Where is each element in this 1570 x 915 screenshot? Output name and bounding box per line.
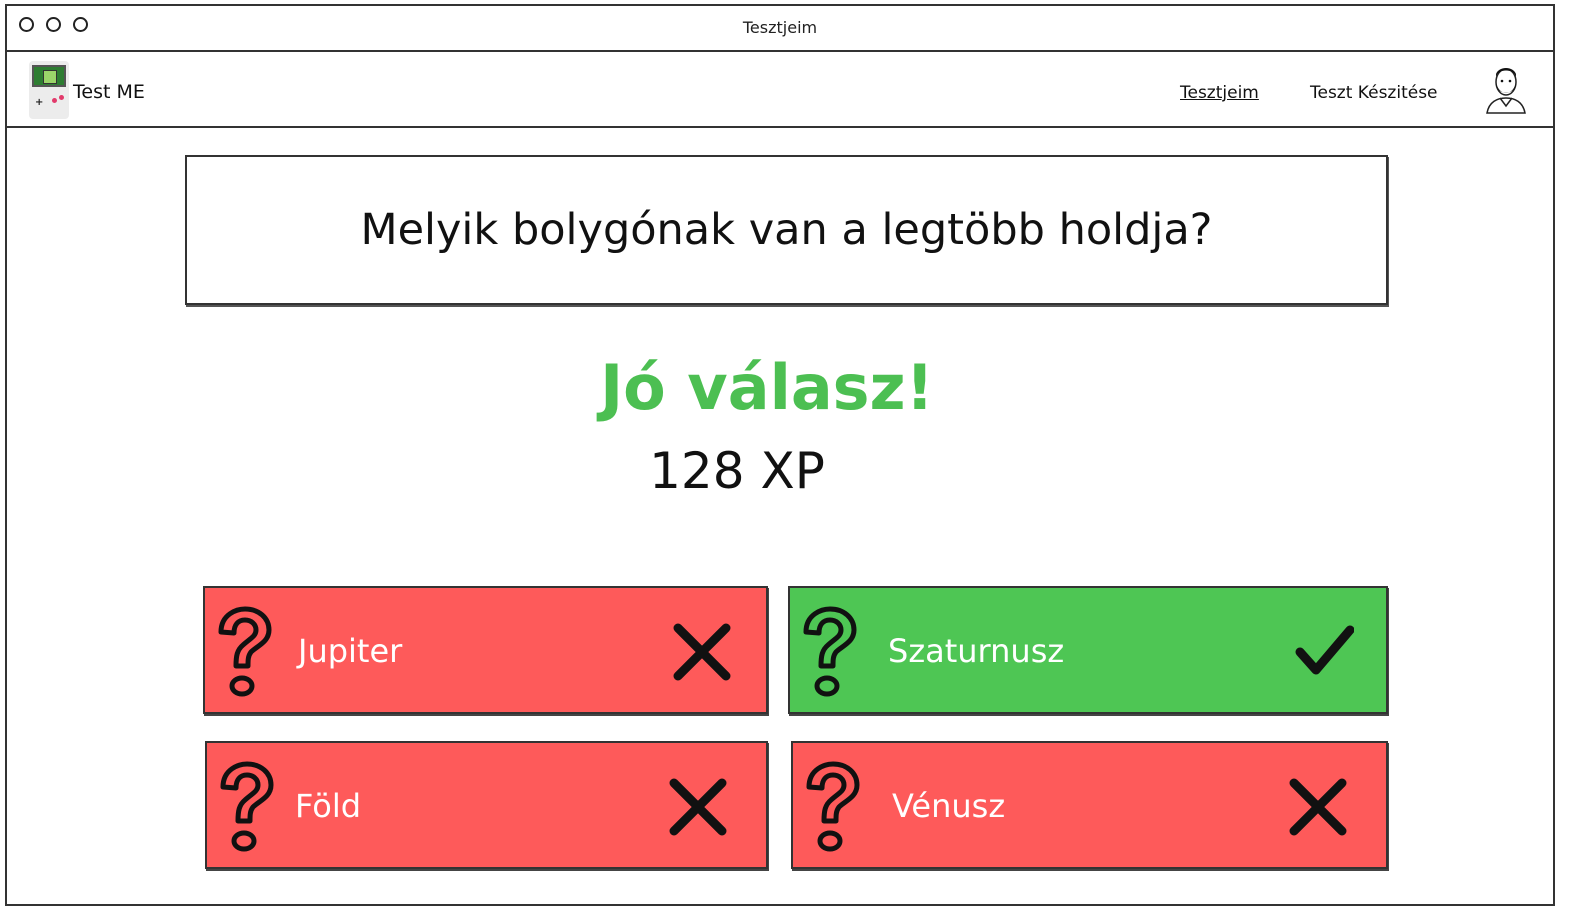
window-titlebar: Tesztjeim bbox=[7, 6, 1553, 52]
x-icon bbox=[1289, 778, 1347, 836]
x-icon bbox=[669, 778, 727, 836]
browser-window: Tesztjeim + Test ME Tesztjeim Teszt Kész… bbox=[5, 4, 1555, 906]
answer-button-fold[interactable]: Föld bbox=[205, 741, 768, 869]
x-icon bbox=[673, 623, 731, 681]
brand-name[interactable]: Test ME bbox=[73, 81, 145, 103]
user-avatar-icon[interactable] bbox=[1483, 64, 1529, 114]
window-title: Tesztjeim bbox=[742, 18, 818, 37]
answer-label: Jupiter bbox=[298, 632, 403, 670]
check-icon bbox=[1295, 625, 1354, 675]
answer-label: Szaturnusz bbox=[888, 632, 1065, 670]
answer-button-venusz[interactable]: Vénusz bbox=[791, 741, 1388, 869]
question-mark-icon bbox=[218, 606, 272, 697]
nav-link-tesztjeim[interactable]: Tesztjeim bbox=[1180, 83, 1259, 103]
question-mark-icon bbox=[220, 761, 274, 852]
logo-screen bbox=[32, 65, 66, 87]
answer-label: Föld bbox=[295, 787, 362, 825]
result-message: Jó válasz! bbox=[600, 351, 934, 424]
xp-score: 128 XP bbox=[649, 442, 825, 500]
top-navbar: + Test ME Tesztjeim Teszt Készitése bbox=[7, 52, 1553, 128]
answer-button-szaturnusz[interactable]: Szaturnusz bbox=[788, 586, 1388, 714]
gameboy-logo-icon[interactable]: + bbox=[29, 61, 69, 119]
logo-dpad: + bbox=[35, 97, 44, 108]
logo-buttons bbox=[52, 95, 64, 103]
question-mark-icon bbox=[806, 761, 860, 852]
question-mark-icon bbox=[803, 606, 857, 697]
answer-label: Vénusz bbox=[892, 787, 1006, 825]
answer-button-jupiter[interactable]: Jupiter bbox=[203, 586, 768, 714]
question-text: Melyik bolygónak van a legtöbb holdja? bbox=[360, 205, 1213, 255]
question-box: Melyik bolygónak van a legtöbb holdja? bbox=[185, 155, 1388, 305]
nav-link-teszt-keszitese[interactable]: Teszt Készitése bbox=[1310, 83, 1438, 103]
